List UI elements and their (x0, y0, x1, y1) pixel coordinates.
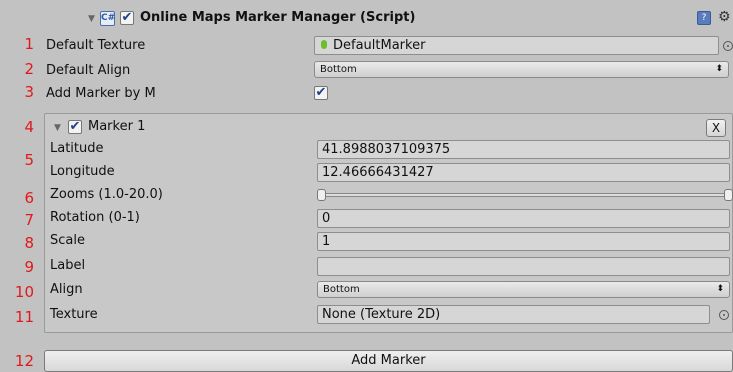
texture-label: Texture (50, 307, 98, 322)
row-number: 6 (24, 189, 34, 207)
default-align-value: Bottom (320, 64, 357, 75)
row-number: 1 (24, 35, 34, 53)
foldout-arrow-icon[interactable]: ▼ (54, 123, 61, 133)
script-icon: C# (100, 11, 115, 26)
slider-track (319, 193, 732, 197)
row-number: 8 (24, 234, 34, 252)
row-number: 11 (14, 308, 34, 326)
add-marker-button[interactable]: Add Marker (44, 350, 733, 372)
row-number: 2 (24, 60, 34, 78)
row-number: 12 (14, 352, 34, 370)
marker-section: ▼ ✔ Marker 1 X Latitude 41.8988037109375… (44, 113, 733, 333)
marker-enabled-checkbox[interactable]: ✔ (68, 120, 82, 134)
slider-max-handle[interactable] (724, 189, 733, 201)
align-dropdown[interactable]: Bottom ⬍ (317, 281, 730, 298)
row-number: 3 (24, 83, 34, 101)
label-field[interactable] (317, 257, 730, 276)
component-enabled-checkbox[interactable]: ✔ (120, 11, 134, 25)
row-number: 10 (14, 283, 34, 301)
help-book-icon[interactable]: ? (697, 11, 711, 25)
rotation-field[interactable]: 0 (317, 209, 730, 228)
default-texture-field[interactable]: DefaultMarker (314, 36, 719, 55)
object-picker-icon[interactable] (723, 41, 733, 51)
scale-field[interactable]: 1 (317, 232, 730, 251)
longitude-field[interactable]: 12.46666431427 (317, 163, 730, 182)
add-marker-by-m-checkbox[interactable]: ✔ (314, 86, 328, 100)
dropdown-arrows-icon: ⬍ (716, 284, 724, 294)
dropdown-arrows-icon: ⬍ (715, 64, 723, 74)
longitude-label: Longitude (50, 164, 115, 179)
label-label: Label (50, 258, 86, 273)
row-number: 7 (24, 211, 34, 229)
object-picker-icon[interactable] (719, 310, 729, 320)
foldout-arrow-icon[interactable]: ▼ (88, 14, 95, 24)
zooms-label: Zooms (1.0-20.0) (50, 187, 163, 202)
default-texture-value: DefaultMarker (333, 38, 426, 53)
remove-marker-button[interactable]: X (706, 119, 726, 137)
marker-name: Marker 1 (88, 119, 146, 134)
scale-label: Scale (50, 233, 85, 248)
row-number: 9 (24, 258, 34, 276)
align-value: Bottom (323, 284, 360, 295)
add-marker-by-m-label: Add Marker by M (46, 86, 156, 101)
row-number: 4 (24, 118, 34, 136)
latitude-field[interactable]: 41.8988037109375 (317, 140, 730, 159)
texture-field[interactable]: None (Texture 2D) (317, 305, 710, 324)
default-texture-label: Default Texture (46, 38, 146, 53)
default-align-label: Default Align (46, 63, 131, 78)
marker-pin-icon (321, 40, 327, 49)
zooms-range-slider[interactable] (317, 184, 733, 204)
latitude-label: Latitude (50, 141, 104, 156)
default-align-dropdown[interactable]: Bottom ⬍ (314, 61, 729, 78)
component-header: ▼ C# ✔ Online Maps Marker Manager (Scrip… (44, 9, 733, 31)
row-number: 5 (24, 151, 34, 169)
rotation-label: Rotation (0-1) (50, 210, 140, 225)
component-title: Online Maps Marker Manager (Script) (140, 10, 416, 25)
gear-icon[interactable]: ⚙ (718, 9, 731, 25)
slider-min-handle[interactable] (317, 189, 326, 201)
align-label: Align (50, 282, 83, 297)
